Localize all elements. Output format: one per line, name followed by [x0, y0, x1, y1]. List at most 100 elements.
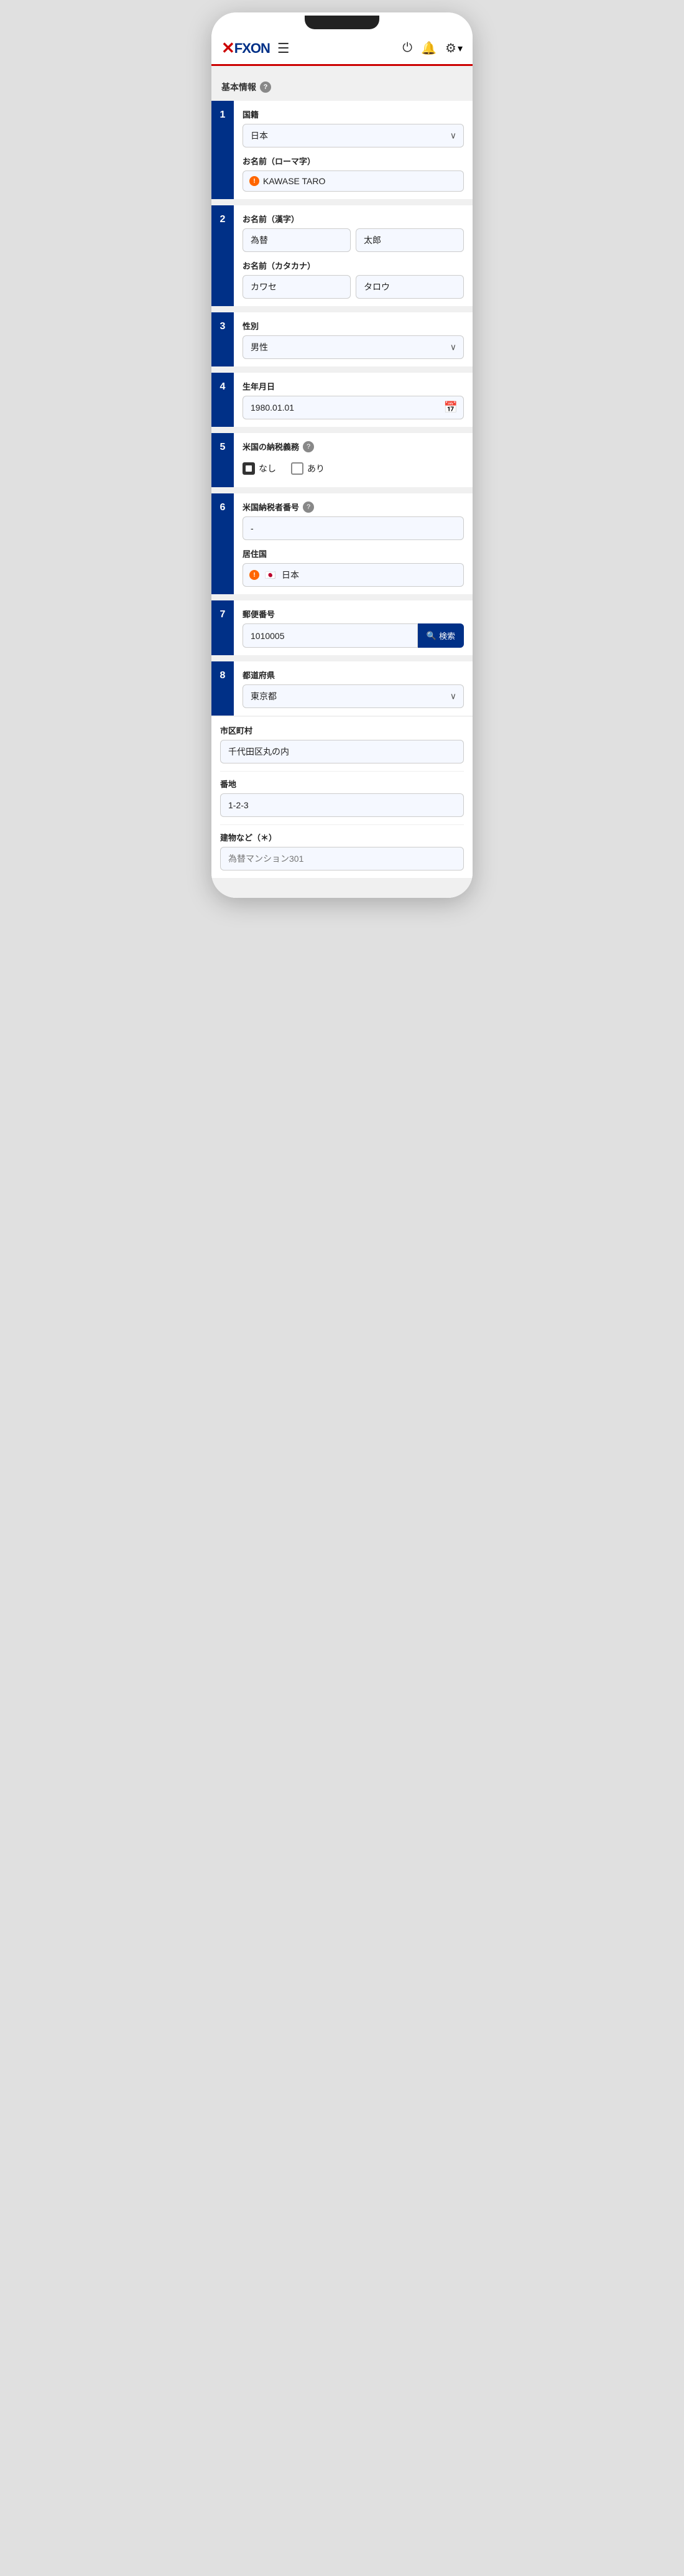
- gear-icon: ⚙: [445, 40, 456, 56]
- postal-code-label: 郵便番号: [243, 608, 464, 620]
- step-number-4: 4: [211, 373, 234, 427]
- us-taxpayer-label: 米国納税者番号: [243, 501, 299, 513]
- radio-ari-box: [291, 462, 303, 475]
- divider-1: [211, 200, 473, 205]
- step-2-section: 2 お名前（漢字） お名前（カタカナ）: [211, 205, 473, 306]
- app-logo: ✕ FXON: [221, 39, 270, 58]
- step-4-fields: 生年月日 📅: [234, 373, 473, 427]
- step-1-fields: 国籍 日本 その他 ∨ お名前（ローマ字） !: [234, 101, 473, 199]
- address-extra-fields: 市区町村 番地 建物など（＊）: [211, 717, 473, 878]
- roman-name-group: お名前（ローマ字） ! KAWASE TARO: [243, 155, 464, 192]
- step-2-row: 2 お名前（漢字） お名前（カタカナ）: [211, 205, 473, 306]
- street-input[interactable]: [220, 793, 464, 817]
- us-tax-group: 米国の納税義務 ? なし あり: [243, 441, 464, 480]
- postal-search-row: 🔍 検索: [243, 623, 464, 648]
- kanji-last-name-input[interactable]: [243, 228, 351, 252]
- step-number-2: 2: [211, 205, 234, 306]
- step-8-row: 8 都道府県 東京都 大阪府 その他 ∨: [211, 661, 473, 716]
- katakana-name-label: お名前（カタカナ）: [243, 259, 464, 271]
- step-number-7: 7: [211, 600, 234, 655]
- step-number-8: 8: [211, 661, 234, 716]
- step-5-fields: 米国の納税義務 ? なし あり: [234, 433, 473, 487]
- katakana-name-row: [243, 275, 464, 299]
- step-7-section: 7 郵便番号 🔍 検索: [211, 600, 473, 655]
- city-label: 市区町村: [220, 724, 464, 736]
- us-taxpayer-help-icon[interactable]: ?: [303, 502, 314, 513]
- birthdate-input[interactable]: [243, 396, 464, 419]
- japan-flag-icon: 🇯🇵: [264, 569, 277, 581]
- separator-city: [220, 771, 464, 772]
- step-5-row: 5 米国の納税義務 ? なし: [211, 433, 473, 487]
- postal-code-input[interactable]: [243, 623, 418, 648]
- postal-search-button[interactable]: 🔍 検索: [418, 623, 464, 648]
- nationality-select-wrapper: 日本 その他 ∨: [243, 124, 464, 147]
- prefecture-label: 都道府県: [243, 669, 464, 681]
- gender-select[interactable]: 男性 女性: [243, 335, 464, 359]
- kanji-name-label: お名前（漢字）: [243, 213, 464, 225]
- building-label: 建物など（＊）: [220, 831, 464, 843]
- building-group: 建物など（＊）: [220, 831, 464, 870]
- city-group: 市区町村: [220, 724, 464, 763]
- us-tax-help-icon[interactable]: ?: [303, 441, 314, 452]
- step-number-3: 3: [211, 312, 234, 366]
- kanji-first-name-input[interactable]: [356, 228, 464, 252]
- us-tax-radio-group: なし あり: [243, 457, 464, 480]
- section-help-icon[interactable]: ?: [260, 82, 271, 93]
- katakana-first-name-input[interactable]: [356, 275, 464, 299]
- app-header: ✕ FXON ☰ ⏻ 🔔 ⚙ ▾: [211, 32, 473, 66]
- birthdate-label: 生年月日: [243, 380, 464, 392]
- gender-select-wrapper: 男性 女性 ∨: [243, 335, 464, 359]
- prefecture-select[interactable]: 東京都 大阪府 その他: [243, 684, 464, 708]
- residence-country-display: ! 🇯🇵 日本: [243, 563, 464, 587]
- step-number-5: 5: [211, 433, 234, 487]
- page-section-title: 基本情報 ?: [211, 76, 473, 101]
- city-input[interactable]: [220, 740, 464, 763]
- power-icon[interactable]: ⏻: [402, 41, 412, 55]
- logo-text: FXON: [234, 40, 270, 57]
- divider-6: [211, 595, 473, 600]
- divider-7: [211, 656, 473, 661]
- section-title-text: 基本情報: [221, 81, 256, 93]
- step-7-row: 7 郵便番号 🔍 検索: [211, 600, 473, 655]
- katakana-last-name-input[interactable]: [243, 275, 351, 299]
- step-5-section: 5 米国の納税義務 ? なし: [211, 433, 473, 487]
- us-tax-label: 米国の納税義務: [243, 441, 299, 452]
- step-8-fields: 都道府県 東京都 大阪府 その他 ∨: [234, 661, 473, 716]
- step-number-6: 6: [211, 493, 234, 594]
- hamburger-menu-icon[interactable]: ☰: [277, 40, 290, 57]
- roman-name-label: お名前（ローマ字）: [243, 155, 464, 167]
- step-4-section: 4 生年月日 📅: [211, 373, 473, 427]
- step-2-fields: お名前（漢字） お名前（カタカナ）: [234, 205, 473, 306]
- radio-nashi[interactable]: なし: [243, 462, 276, 475]
- prefecture-group: 都道府県 東京都 大阪府 その他 ∨: [243, 669, 464, 708]
- step-8-section: 8 都道府県 東京都 大阪府 その他 ∨: [211, 661, 473, 716]
- us-taxpayer-group: 米国納税者番号 ?: [243, 501, 464, 540]
- gender-label: 性別: [243, 320, 464, 332]
- step-3-fields: 性別 男性 女性 ∨: [234, 312, 473, 366]
- phone-frame: ✕ FXON ☰ ⏻ 🔔 ⚙ ▾ 基本情報 ?: [211, 12, 473, 898]
- step-7-fields: 郵便番号 🔍 検索: [234, 600, 473, 655]
- divider-5: [211, 488, 473, 493]
- nationality-select[interactable]: 日本 その他: [243, 124, 464, 147]
- bell-icon[interactable]: 🔔: [421, 40, 437, 56]
- kanji-name-row: [243, 228, 464, 252]
- radio-nashi-box: [243, 462, 255, 475]
- building-input[interactable]: [220, 847, 464, 870]
- header-right: ⏻ 🔔 ⚙ ▾: [402, 40, 463, 56]
- birthdate-group: 生年月日 📅: [243, 380, 464, 419]
- postal-code-group: 郵便番号 🔍 検索: [243, 608, 464, 648]
- radio-ari[interactable]: あり: [291, 462, 325, 475]
- katakana-name-group: お名前（カタカナ）: [243, 259, 464, 299]
- step-6-section: 6 米国納税者番号 ? 居住国 !: [211, 493, 473, 594]
- step-3-section: 3 性別 男性 女性 ∨: [211, 312, 473, 366]
- street-label: 番地: [220, 778, 464, 790]
- settings-menu[interactable]: ⚙ ▾: [445, 40, 463, 56]
- us-taxpayer-input[interactable]: [243, 516, 464, 540]
- residence-country-value: 日本: [282, 569, 299, 581]
- kanji-name-group: お名前（漢字）: [243, 213, 464, 252]
- search-icon: 🔍: [427, 631, 437, 641]
- search-button-label: 検索: [439, 630, 455, 642]
- nationality-group: 国籍 日本 その他 ∨: [243, 108, 464, 147]
- step-1-section: 1 国籍 日本 その他 ∨: [211, 101, 473, 199]
- radio-ari-label: あり: [307, 462, 325, 475]
